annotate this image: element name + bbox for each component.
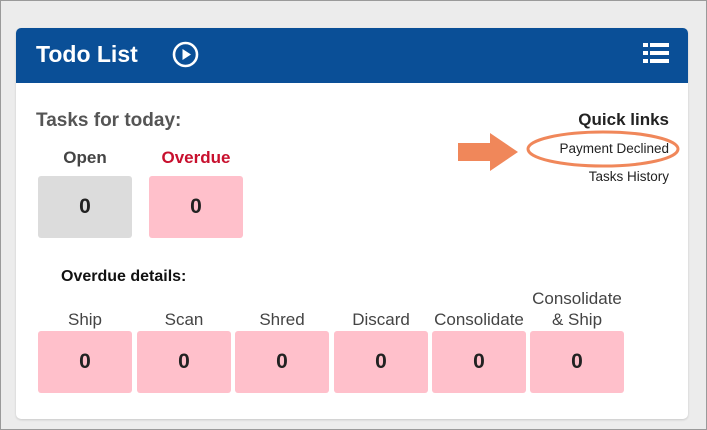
overdue-count-tile[interactable]: 0 xyxy=(149,176,243,238)
scan-count-tile[interactable]: 0 xyxy=(137,331,231,393)
discard-label: Discard xyxy=(352,310,410,329)
ship-count-tile[interactable]: 0 xyxy=(38,331,132,393)
list-menu-icon[interactable] xyxy=(643,41,669,65)
consolidate-ship-count: 0 xyxy=(571,350,583,373)
open-label: Open xyxy=(63,148,107,167)
consolidate-ship-label: Consolidate & Ship xyxy=(532,289,622,329)
shred-label: Shred xyxy=(259,310,305,329)
discard-count-tile[interactable]: 0 xyxy=(334,331,428,393)
widget-title: Todo List xyxy=(36,41,138,67)
consolidate-label: Consolidate xyxy=(434,310,524,329)
consolidate-count: 0 xyxy=(473,350,485,373)
overdue-details-title: Overdue details: xyxy=(61,268,187,285)
consolidate-count-tile[interactable]: 0 xyxy=(432,331,526,393)
shred-count-tile[interactable]: 0 xyxy=(235,331,329,393)
scan-count: 0 xyxy=(178,350,190,373)
open-count: 0 xyxy=(79,195,91,218)
widget-header: Todo List xyxy=(16,28,688,83)
shred-count: 0 xyxy=(276,350,288,373)
todo-list-widget: Todo List Tasks for today: Open Overdue … xyxy=(16,28,688,419)
ship-count: 0 xyxy=(79,350,91,373)
quick-links-title: Quick links xyxy=(578,110,669,129)
ship-label: Ship xyxy=(67,310,103,329)
scan-label: Scan xyxy=(164,310,204,329)
discard-count: 0 xyxy=(375,350,387,373)
overdue-count: 0 xyxy=(190,195,202,218)
consolidate-ship-count-tile[interactable]: 0 xyxy=(530,331,624,393)
overdue-label: Overdue xyxy=(161,148,231,167)
tasks-for-today-title: Tasks for today: xyxy=(36,110,182,131)
tasks-history-link[interactable]: Tasks History xyxy=(589,169,669,184)
open-count-tile[interactable]: 0 xyxy=(38,176,132,238)
play-icon[interactable] xyxy=(172,41,199,68)
payment-declined-link[interactable]: Payment Declined xyxy=(559,141,669,156)
